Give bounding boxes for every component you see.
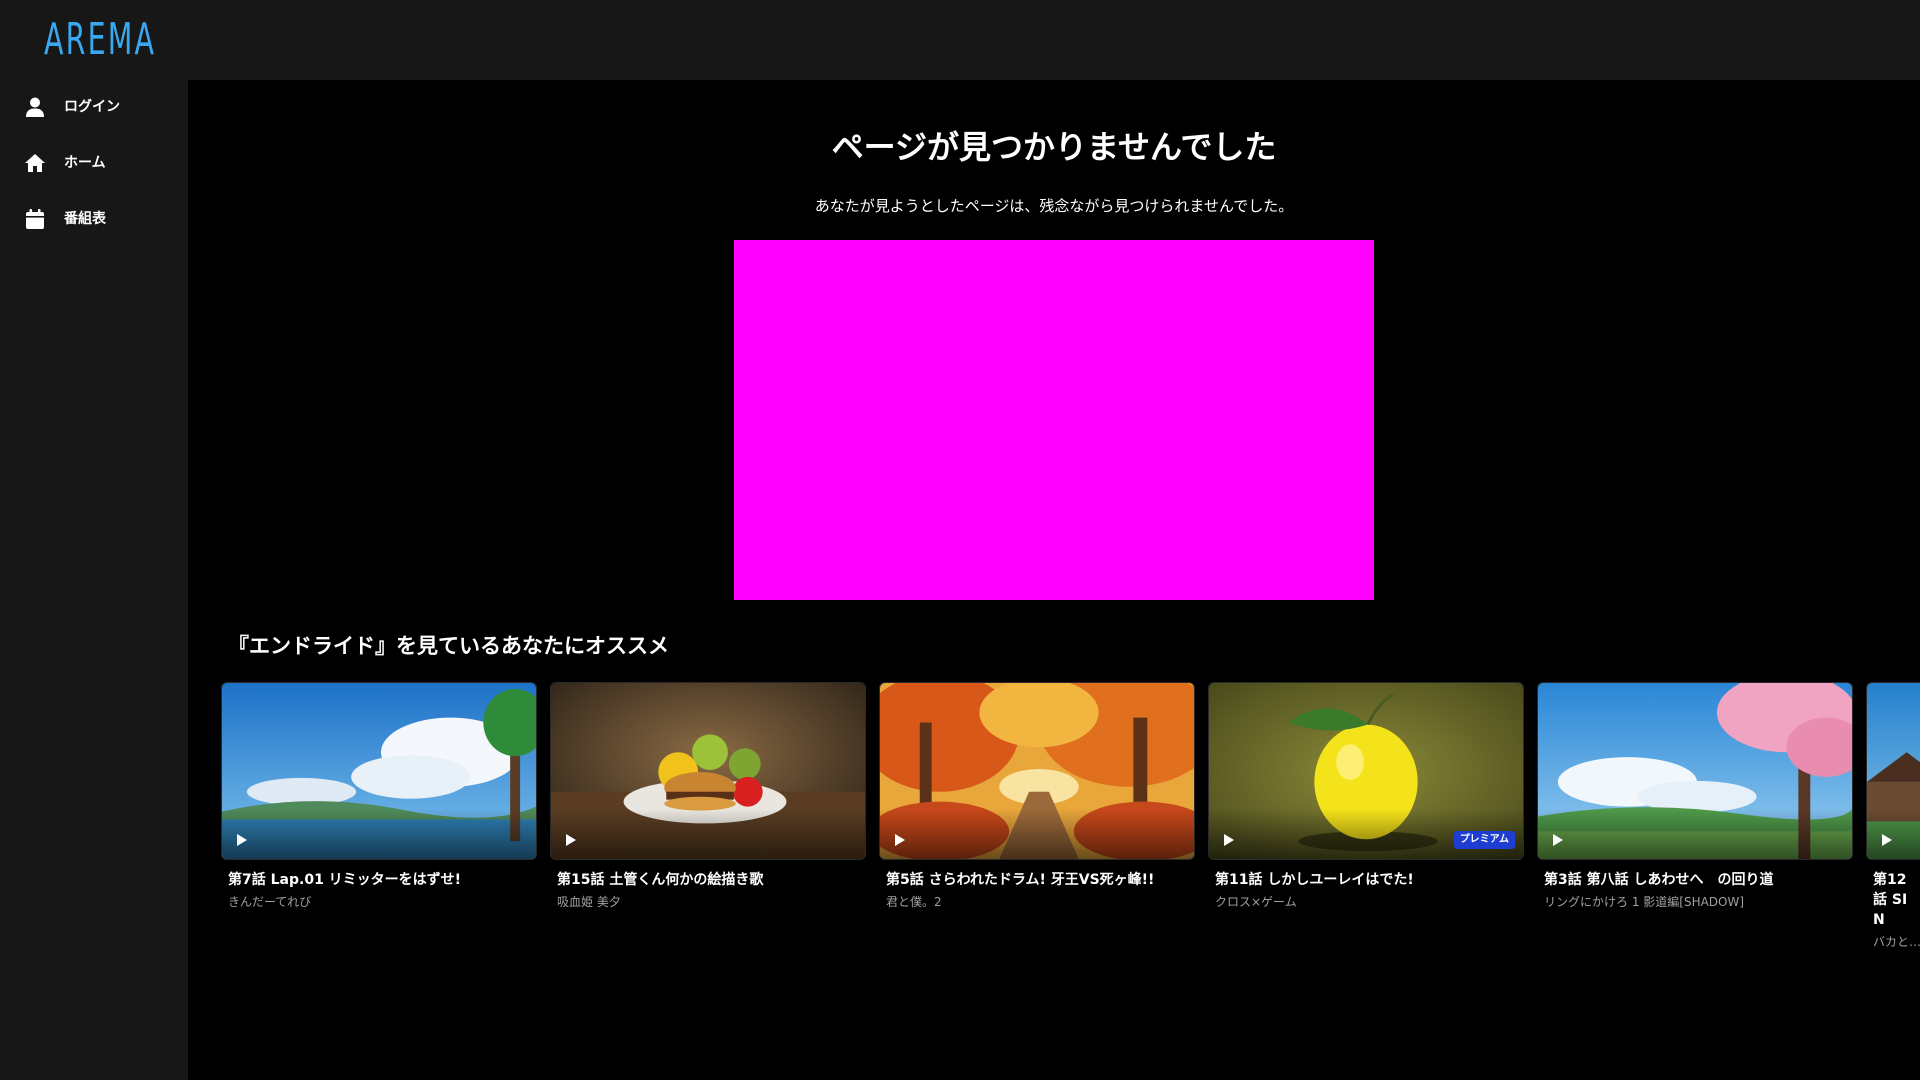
home-icon [25, 154, 45, 172]
card-thumbnail [221, 682, 537, 860]
play-icon[interactable] [1223, 833, 1235, 847]
sidebar-item-label: ログイン [64, 99, 120, 115]
top-header: AREMA [0, 0, 1920, 80]
sidebar-item-label: ホーム [64, 155, 106, 171]
sidebar-item-schedule[interactable]: 番組表 [0, 197, 188, 241]
card-title: 第5話 さらわれたドラム! 牙王VS死ヶ峰!! [886, 872, 1155, 888]
recommend-card[interactable]: 第7話 Lap.01 リミッターをはずせ! きんだーてれび [221, 682, 537, 910]
main-content: ページが見つかりませんでした あなたが見ようとしたページは、残念ながら見つけられ… [188, 80, 1920, 1080]
play-icon[interactable] [894, 833, 906, 847]
card-title: 第15話 土管くん何かの絵描き歌 [557, 872, 764, 888]
card-thumbnail [1866, 682, 1920, 860]
recommend-card[interactable]: 第15話 土管くん何かの絵描き歌 吸血姫 美夕 [550, 682, 866, 910]
app-logo[interactable]: AREMA [44, 12, 156, 68]
card-thumbnail [1537, 682, 1853, 860]
recommend-carousel[interactable]: 第7話 Lap.01 リミッターをはずせ! きんだーてれび 第15話 土管くん何… [221, 682, 1920, 1022]
card-title: 第11話 しかしユーレイはでた! [1215, 872, 1414, 888]
card-series: バカと… [1873, 935, 1920, 949]
error-message: あなたが見ようとしたページは、残念ながら見つけられませんでした。 [814, 197, 1294, 215]
card-title: 第3話 第八話 しあわせへ の回り道 [1544, 872, 1774, 888]
card-series: リングにかけろ 1 影道編[SHADOW] [1544, 895, 1745, 909]
sidebar-item-home[interactable]: ホーム [0, 141, 188, 185]
play-icon[interactable] [236, 833, 248, 847]
user-icon [26, 97, 44, 117]
card-series: 君と僕。2 [886, 895, 942, 909]
card-thumbnail [879, 682, 1195, 860]
video-placeholder [734, 240, 1374, 600]
recommend-heading: 『エンドライド』を見ているあなたにオススメ [228, 634, 669, 658]
recommend-card[interactable]: 第3話 第八話 しあわせへ の回り道 リングにかけろ 1 影道編[SHADOW] [1537, 682, 1853, 910]
card-series: 吸血姫 美夕 [557, 895, 621, 909]
recommend-card[interactable]: 第5話 さらわれたドラム! 牙王VS死ヶ峰!! 君と僕。2 [879, 682, 1195, 910]
card-title: 第7話 Lap.01 リミッターをはずせ! [228, 872, 462, 888]
card-series: クロス×ゲーム [1215, 895, 1297, 909]
calendar-icon [26, 209, 44, 229]
sidebar-item-login[interactable]: ログイン [0, 85, 188, 129]
card-thumbnail: プレミアム [1208, 682, 1524, 860]
card-thumbnail [550, 682, 866, 860]
premium-badge: プレミアム [1453, 831, 1515, 849]
sidebar-item-label: 番組表 [64, 211, 106, 227]
sidebar: ログイン ホーム 番組表 [0, 80, 188, 1080]
play-icon[interactable] [1881, 833, 1893, 847]
recommend-card[interactable]: プレミアム 第11話 しかしユーレイはでた! クロス×ゲーム [1208, 682, 1524, 910]
card-title: 第12話 SIN [1873, 872, 1908, 928]
play-icon[interactable] [565, 833, 577, 847]
play-icon[interactable] [1552, 833, 1564, 847]
page-title: ページが見つかりませんでした [831, 128, 1277, 166]
recommend-card[interactable]: 第12話 SIN バカと… [1866, 682, 1920, 950]
card-series: きんだーてれび [228, 895, 312, 909]
